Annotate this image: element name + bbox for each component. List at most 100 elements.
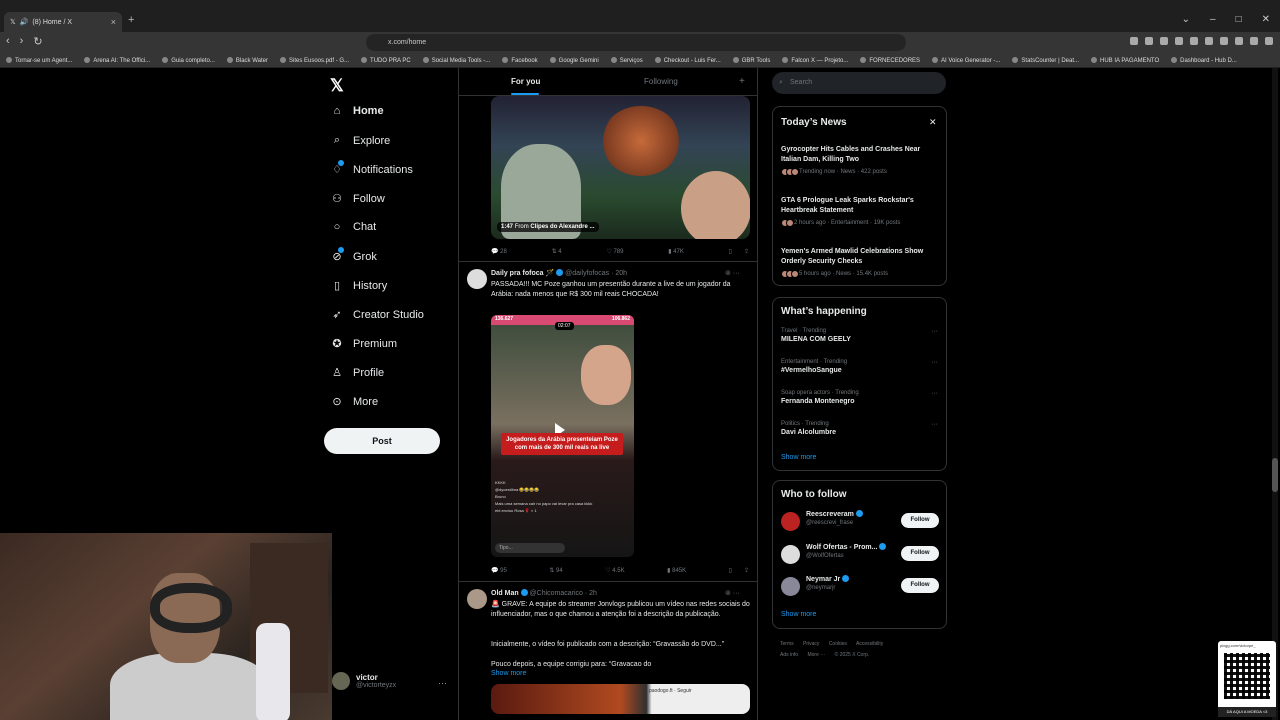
search-input[interactable]: ⌕ Search [772,72,946,94]
bookmark[interactable]: Tornar-se um Agent... [6,57,72,64]
extension-icon[interactable] [1250,37,1258,45]
show-more-link[interactable]: Show more [781,611,816,618]
footer-link[interactable]: Terms [780,641,794,647]
sidebar-item-home[interactable]: ⌂ Home [330,105,384,117]
author-name[interactable]: Old Man [491,590,519,597]
views-button[interactable]: ▮ 47K [668,248,684,255]
extension-icon[interactable] [1220,37,1228,45]
repost-button[interactable]: ⇅ 94 [549,567,562,574]
more-icon[interactable]: ··· [931,421,938,428]
close-tab-icon[interactable]: × [111,17,116,27]
bookmark[interactable]: Arena AI: The Offici... [84,57,150,64]
bookmark-icon[interactable]: ▯ [729,248,732,255]
news-item[interactable]: Yemen's Armed Mawlid Celebrations Show O… [781,247,941,278]
minimize-icon[interactable]: – [1210,14,1216,25]
extension-icon[interactable] [1130,37,1138,45]
author-name[interactable]: Daily pra fofoca 🪄 [491,270,554,277]
account-switcher[interactable]: victor @victorteyzx [332,672,396,690]
tweet-video[interactable]: 136.627 106.862 02:07 Jogadores da Arábi… [491,315,634,557]
bookmark[interactable]: AI Voice Generator -... [932,57,1000,64]
follow-suggestion[interactable]: Reescreveram @reescrevi_frase Follow [781,510,941,532]
follow-suggestion[interactable]: Neymar Jr @neymarjr Follow [781,575,941,597]
repost-button[interactable]: ⇅ 4 [552,248,562,255]
bookmark[interactable]: Social Media Tools -... [423,57,491,64]
sidebar-item-premium[interactable]: ✪ Premium [330,337,397,351]
from-source[interactable]: Clipes do Alexandre ... [530,224,594,230]
bookmark[interactable]: Sites Eusoos.pdf - G... [280,57,349,64]
tab-for-you[interactable]: For you [511,77,540,86]
more-icon[interactable]: ··· [931,359,938,366]
sidebar-item-more[interactable]: ⊙ More [330,395,378,409]
close-window-icon[interactable]: ✕ [1262,14,1270,25]
trend-item[interactable]: Entertainment · Trending #VermelhoSangue… [781,359,941,374]
show-more-link[interactable]: Show more [491,670,526,677]
news-item[interactable]: GTA 6 Prologue Leak Sparks Rockstar's He… [781,196,941,227]
maximize-icon[interactable]: □ [1236,14,1242,25]
more-icon[interactable]: ··· [931,390,938,397]
bookmark[interactable]: Facebook [502,57,537,64]
tab-following[interactable]: Following [644,77,678,86]
author-handle[interactable]: @Chicomacarico · 2h [530,590,597,597]
follow-button[interactable]: Follow [901,578,939,593]
close-icon[interactable]: ✕ [929,117,937,128]
author-handle[interactable]: @dailyfofocas · 20h [565,270,627,277]
bookmark-icon[interactable]: ▯ [729,567,732,574]
sidebar-item-notifications[interactable]: ♢ Notifications [330,160,413,176]
bookmark[interactable]: HUB IA PAGAMENTO [1091,57,1159,64]
scrollbar-thumb[interactable] [1272,458,1278,492]
share-icon[interactable]: ⇪ [744,248,749,255]
footer-link[interactable]: More ··· [807,652,825,658]
more-icon[interactable]: ··· [931,328,938,335]
sidebar-item-chat[interactable]: ○ Chat [330,221,377,233]
footer-link[interactable]: Accessibility [856,641,883,647]
footer-link[interactable]: Privacy [803,641,819,647]
trend-item[interactable]: Politics · Trending Davi Alcolumbre ··· [781,421,941,436]
extension-icon[interactable] [1145,37,1153,45]
bookmark[interactable]: Google Gemini [550,57,599,64]
bookmark[interactable]: TUDO PRA PC [361,57,411,64]
reload-icon[interactable]: ↻ [33,35,42,48]
more-icon[interactable]: ⊚ ··· [725,269,740,277]
bookmark[interactable]: Black Water [227,57,268,64]
address-bar[interactable]: x.com/home [366,34,906,51]
trend-item[interactable]: Soap opera actors · Trending Fernanda Mo… [781,390,941,405]
avatar[interactable] [467,589,487,609]
extension-icon[interactable] [1265,37,1273,45]
trend-item[interactable]: Travel · Trending MILENA COM GEELY ··· [781,328,941,343]
extension-icon[interactable] [1190,37,1198,45]
follow-button[interactable]: Follow [901,513,939,528]
bookmark[interactable]: Dashboard - Hub D... [1171,57,1237,64]
tab-list-icon[interactable]: ⌄ [1182,14,1190,25]
bookmark[interactable]: Serviços [611,57,643,64]
tweet-video[interactable]: 1:47 From Clipes do Alexandre ... [491,96,750,239]
page-scrollbar[interactable] [1272,68,1278,720]
sidebar-item-profile[interactable]: ♙ Profile [330,366,384,380]
extension-icon[interactable] [1235,37,1243,45]
new-tab-icon[interactable]: + [128,14,134,26]
extension-icon[interactable] [1205,37,1213,45]
post-button[interactable]: Post [324,428,440,454]
bookmark[interactable]: GBR Tools [733,57,771,64]
news-item[interactable]: Gyrocopter Hits Cables and Crashes Near … [781,145,941,176]
bookmark[interactable]: StatsCounter | Deat... [1012,57,1079,64]
more-icon[interactable]: ··· [438,678,447,688]
tweet-media[interactable]: paodogo.ft · Seguir [491,684,750,714]
extension-icon[interactable] [1175,37,1183,45]
add-tab-icon[interactable]: + [739,76,745,87]
sidebar-item-creator-studio[interactable]: ➶ Creator Studio [330,308,424,322]
follow-button[interactable]: Follow [901,546,939,561]
like-button[interactable]: ♡ 789 [606,248,623,255]
share-icon[interactable]: ⇪ [744,567,749,574]
sidebar-item-follow[interactable]: ⚇ Follow [330,192,385,206]
sidebar-item-explore[interactable]: ⌕ Explore [330,134,390,147]
footer-link[interactable]: Cookies [829,641,847,647]
bookmark[interactable]: Falcon X — Projeto... [782,57,848,64]
like-button[interactable]: ♡ 4.5K [605,567,624,574]
x-logo-icon[interactable]: 𝕏 [330,76,344,96]
extension-icon[interactable] [1160,37,1168,45]
browser-tab[interactable]: 𝕏 🔊 (8) Home / X × [4,12,122,32]
footer-link[interactable]: Ads info [780,652,798,658]
bookmark[interactable]: Guia completo... [162,57,215,64]
sidebar-item-history[interactable]: ▯ History [330,279,387,293]
avatar[interactable] [467,269,487,289]
